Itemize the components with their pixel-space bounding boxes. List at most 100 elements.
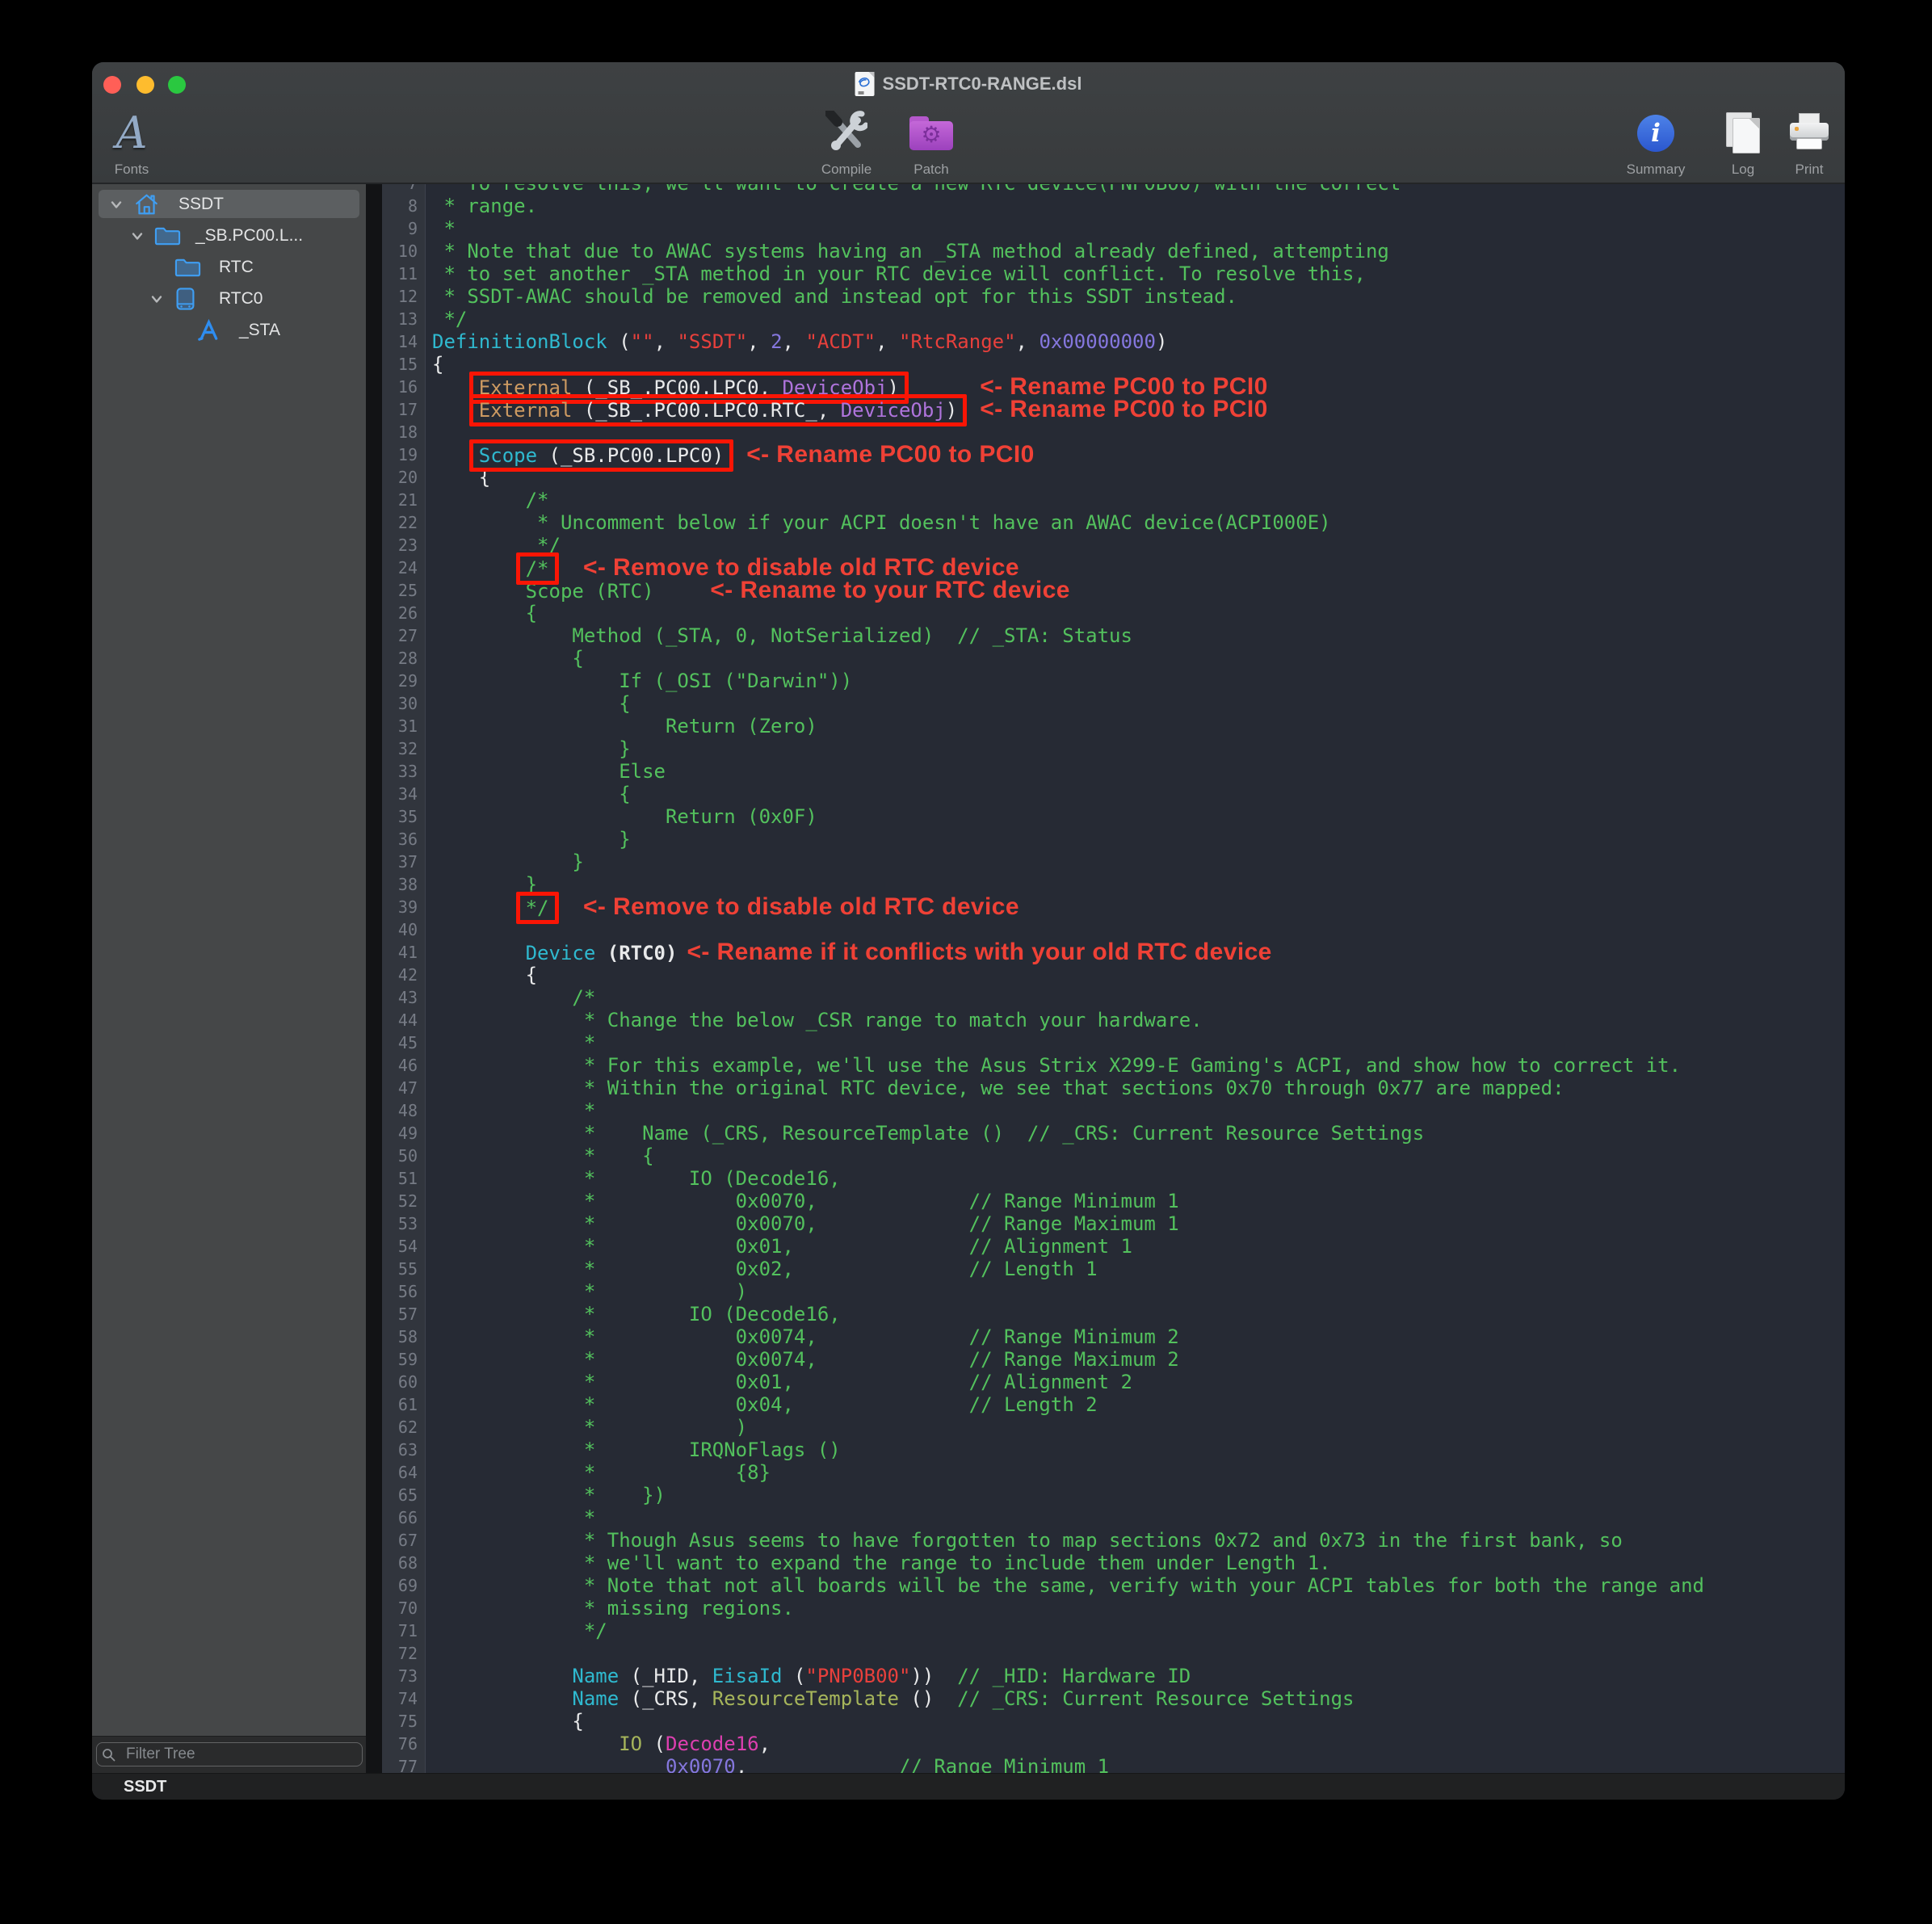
line-number: 15 — [382, 353, 426, 376]
code-text: * Note that not all boards will be the s… — [426, 1574, 1704, 1597]
code-text: * }) — [426, 1484, 666, 1506]
code-text: { — [426, 964, 537, 986]
code-text: 0x0070, // Range Minimum 1 — [426, 1755, 1109, 1774]
code-text: Name (_CRS, ResourceTemplate () // _CRS:… — [426, 1687, 1354, 1710]
sidebar-item--SB-PC00-L-[interactable]: _SB.PC00.L... — [92, 220, 366, 251]
code-editor[interactable]: 7 * To resolve this, we'll want to creat… — [382, 184, 1845, 1774]
patch-label: Patch — [914, 162, 948, 178]
line-number: 14 — [382, 330, 426, 353]
line-number: 43 — [382, 986, 426, 1009]
line-number: 17 — [382, 398, 426, 421]
code-line: 38 } — [382, 873, 1845, 896]
line-number: 9 — [382, 217, 426, 240]
code-text: * Name (_CRS, ResourceTemplate () // _CR… — [426, 1122, 1424, 1145]
annotation-box: Scope (_SB.PC00.LPC0) — [469, 439, 733, 472]
code-line: 13 */ — [382, 308, 1845, 330]
code-text: { — [426, 647, 584, 670]
code-text: If (_OSI ("Darwin")) — [426, 670, 852, 692]
code-line: 49 * Name (_CRS, ResourceTemplate () // … — [382, 1122, 1845, 1145]
chevron-down-icon[interactable] — [110, 198, 123, 211]
code-line: 37 } — [382, 851, 1845, 873]
code-line: 70 * missing regions. — [382, 1597, 1845, 1619]
code-line: 11 * to set another _STA method in your … — [382, 263, 1845, 285]
code-text: * {8} — [426, 1461, 771, 1484]
line-number: 42 — [382, 964, 426, 986]
chevron-down-icon[interactable] — [131, 229, 144, 242]
minimize-button[interactable] — [136, 76, 154, 94]
line-number: 27 — [382, 624, 426, 647]
code-line: 60 * 0x01, // Alignment 2 — [382, 1371, 1845, 1393]
code-text — [426, 1642, 432, 1665]
code-text: IO (Decode16, — [426, 1733, 771, 1755]
code-line: 39 */ <- Remove to disable old RTC devic… — [382, 896, 1845, 918]
code-text: * 0x0074, // Range Minimum 2 — [426, 1325, 1179, 1348]
code-line: 53 * 0x0070, // Range Maximum 1 — [382, 1212, 1845, 1235]
print-button[interactable]: Print — [1749, 109, 1845, 178]
fonts-button[interactable]: A Fonts — [92, 109, 192, 178]
filter-tree-input[interactable] — [96, 1742, 363, 1766]
sidebar-item-RTC0[interactable]: RTC0 — [92, 283, 366, 314]
code-line: 8 * range. — [382, 195, 1845, 217]
code-text: /* — [426, 489, 549, 511]
sidebar: SSDT _SB.PC00.L... RTCRTC0_STA — [92, 184, 366, 1774]
line-number: 13 — [382, 308, 426, 330]
code-text: Method (_STA, 0, NotSerialized) // _STA:… — [426, 624, 1132, 647]
code-text: Device (RTC0)<- Rename if it conflicts w… — [426, 941, 1272, 964]
code-line: 47 * Within the original RTC device, we … — [382, 1077, 1845, 1099]
fonts-icon: A — [116, 111, 148, 155]
code-text: /* <- Remove to disable old RTC device — [426, 557, 1019, 579]
tree-item-label: SSDT — [178, 195, 224, 214]
code-text: * { — [426, 1145, 654, 1167]
code-line: 23 */ — [382, 534, 1845, 557]
window-title-text: SSDT-RTC0-RANGE.dsl — [883, 74, 1082, 95]
code-text — [426, 421, 432, 443]
code-text: Return (Zero) — [426, 715, 817, 737]
zoom-button[interactable] — [168, 76, 186, 94]
line-number: 22 — [382, 511, 426, 534]
line-number: 66 — [382, 1506, 426, 1529]
line-number: 56 — [382, 1280, 426, 1303]
code-text: * we'll want to expand the range to incl… — [426, 1552, 1331, 1574]
line-number: 37 — [382, 851, 426, 873]
sidebar-item-RTC[interactable]: RTC — [92, 251, 366, 283]
sidebar-item--STA[interactable]: _STA — [92, 314, 366, 346]
close-button[interactable] — [103, 76, 121, 94]
code-text: * Note that due to AWAC systems having a… — [426, 240, 1389, 263]
code-line: 67 * Though Asus seems to have forgotten… — [382, 1529, 1845, 1552]
house-icon — [134, 192, 159, 216]
line-number: 52 — [382, 1190, 426, 1212]
code-line: 51 * IO (Decode16, — [382, 1167, 1845, 1190]
code-line: 75 { — [382, 1710, 1845, 1733]
sidebar-item-SSDT[interactable]: SSDT — [92, 188, 366, 220]
line-number: 53 — [382, 1212, 426, 1235]
line-number: 31 — [382, 715, 426, 737]
code-text: */ — [426, 1619, 607, 1642]
code-line: 61 * 0x04, // Length 2 — [382, 1393, 1845, 1416]
chevron-down-icon[interactable] — [150, 292, 163, 305]
code-line: 50 * { — [382, 1145, 1845, 1167]
line-number: 70 — [382, 1597, 426, 1619]
patch-button[interactable]: ⚙ Patch — [871, 109, 992, 178]
code-line: 52 * 0x0070, // Range Minimum 1 — [382, 1190, 1845, 1212]
code-line: 59 * 0x0074, // Range Maximum 2 — [382, 1348, 1845, 1371]
code-text: * 0x04, // Length 2 — [426, 1393, 1098, 1416]
code-text: { — [426, 692, 631, 715]
code-line: 10 * Note that due to AWAC systems havin… — [382, 240, 1845, 263]
status-text: SSDT — [124, 1778, 166, 1796]
code-line: 35 Return (0x0F) — [382, 805, 1845, 828]
line-number: 60 — [382, 1371, 426, 1393]
line-number: 25 — [382, 579, 426, 602]
line-number: 19 — [382, 443, 426, 466]
code-line: 7 * To resolve this, we'll want to creat… — [382, 184, 1845, 195]
code-text: } — [426, 737, 631, 760]
tree-item-label: _SB.PC00.L... — [195, 226, 303, 246]
code-text: */ — [426, 308, 467, 330]
code-text: * 0x0074, // Range Maximum 2 — [426, 1348, 1179, 1371]
code-line: 26 { — [382, 602, 1845, 624]
code-text: } — [426, 851, 584, 873]
line-number: 74 — [382, 1687, 426, 1710]
pane-divider[interactable] — [366, 184, 382, 1774]
line-number: 54 — [382, 1235, 426, 1258]
code-text — [426, 918, 432, 941]
status-bar: SSDT — [92, 1773, 1845, 1800]
